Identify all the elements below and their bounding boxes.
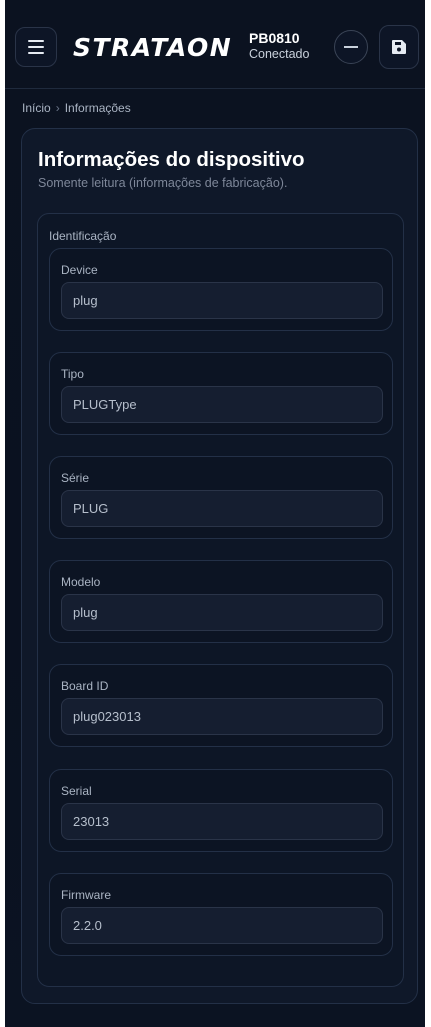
board-id-input[interactable] xyxy=(61,698,383,735)
field-model: Modelo xyxy=(49,560,393,643)
app-frame: STRATAON PB0810 Conectado Início › Informa… xyxy=(5,0,425,1027)
field-label: Device xyxy=(61,263,98,277)
breadcrumb-home[interactable]: Início xyxy=(22,101,51,115)
field-series: Série xyxy=(49,456,393,539)
type-input[interactable] xyxy=(61,386,383,423)
field-label: Board ID xyxy=(61,679,109,693)
field-board-id: Board ID xyxy=(49,664,393,747)
minimize-button[interactable] xyxy=(334,30,368,64)
field-label: Tipo xyxy=(61,367,84,381)
model-input[interactable] xyxy=(61,594,383,631)
save-button[interactable] xyxy=(379,25,419,69)
field-label: Modelo xyxy=(61,575,101,589)
field-device: Device xyxy=(49,248,393,331)
field-type: Tipo xyxy=(49,352,393,435)
serial-input[interactable] xyxy=(61,803,383,840)
field-label: Série xyxy=(61,471,90,485)
page-subtitle: Somente leitura (informações de fabricaç… xyxy=(38,176,288,190)
device-id: PB0810 xyxy=(249,30,300,46)
minus-icon xyxy=(344,46,358,48)
breadcrumb: Início › Informações xyxy=(22,101,131,115)
brand-logo: STRATAON xyxy=(73,33,233,62)
series-input[interactable] xyxy=(61,490,383,527)
top-bar: STRATAON PB0810 Conectado xyxy=(5,0,425,89)
field-firmware: Firmware xyxy=(49,873,393,956)
page-title: Informações do dispositivo xyxy=(38,148,305,171)
device-info-card: Informações do dispositivo Somente leitu… xyxy=(21,128,418,1004)
hamburger-menu-icon xyxy=(28,40,44,54)
field-serial: Serial xyxy=(49,769,393,852)
field-label: Serial xyxy=(61,784,92,798)
field-label: Firmware xyxy=(61,888,111,902)
firmware-input[interactable] xyxy=(61,907,383,944)
menu-button[interactable] xyxy=(15,27,57,67)
breadcrumb-separator: › xyxy=(55,101,60,115)
section-title: Identificação xyxy=(49,229,117,243)
device-input[interactable] xyxy=(61,282,383,319)
connection-status: Conectado xyxy=(249,47,310,61)
save-icon xyxy=(392,40,406,54)
breadcrumb-current: Informações xyxy=(64,101,131,115)
identification-section: Identificação Device Tipo Série Modelo B… xyxy=(37,213,404,987)
